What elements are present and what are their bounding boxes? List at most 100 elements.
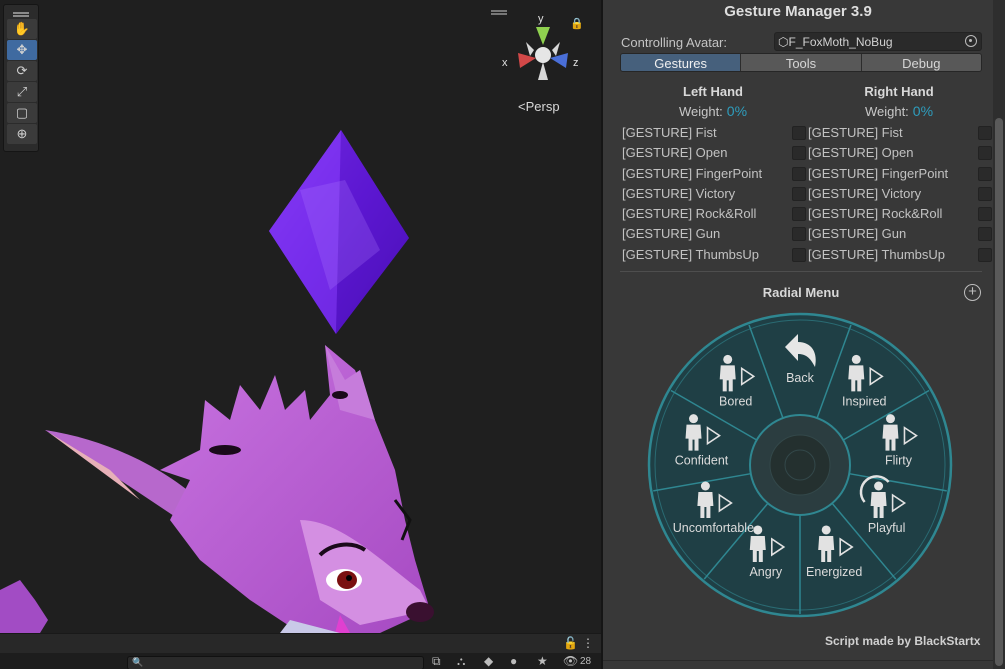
gesture-checkbox[interactable] [792,186,806,201]
left-gesture-row[interactable]: [GESTURE] Gun [620,224,806,244]
left-gesture-row[interactable]: [GESTURE] Rock&Roll [620,204,806,224]
left-gesture-row[interactable]: [GESTURE] Victory [620,184,806,204]
move-tool-button[interactable]: ✥ [7,40,37,60]
scene-tools-overlay: ✋ ✥ ⟳ ⤢ ▢ ⊕ [3,4,39,152]
gesture-checkbox[interactable] [978,207,992,222]
filter-icon[interactable]: ⧉ [432,654,441,669]
avatar-object-field[interactable]: ⬡F_FoxMoth_NoBug [774,32,982,51]
gesture-checkbox[interactable] [792,146,806,161]
avatar-label: Controlling Avatar: [621,35,727,50]
tab-debug[interactable]: Debug [861,54,981,71]
gesture-checkbox[interactable] [792,166,806,181]
transform-icon: ⊕ [16,126,28,141]
panel-title: Gesture Manager 3.9 [724,3,872,20]
object-picker-icon[interactable] [965,35,977,47]
avatar-value: F_FoxMoth_NoBug [788,35,893,49]
rect-icon: ▢ [15,105,29,120]
gesture-checkbox[interactable] [978,166,992,181]
gesture-manager-panel: Gesture Manager 3.9 Controlling Avatar: … [603,0,993,669]
add-icon[interactable]: + [964,284,981,301]
gesture-checkbox[interactable] [792,227,806,242]
view-mode-label[interactable]: <Persp [518,99,560,114]
tab-tools[interactable]: Tools [741,54,862,71]
persp-icon: < [518,99,526,114]
move-icon: ✥ [16,42,28,57]
drag-grip[interactable] [7,8,35,18]
rect-tool-button[interactable]: ▢ [7,103,37,123]
scene-view[interactable]: ✋ ✥ ⟳ ⤢ ▢ ⊕ y x z 🔒 <Persp [0,0,601,633]
gesture-checkbox[interactable] [978,146,992,161]
left-weight-value: 0% [726,103,748,119]
hidden-count: 28 [580,656,592,667]
gesture-checkbox[interactable] [792,126,806,140]
hand-icon: ✋ [13,21,31,36]
radial-item-label: Energized [806,565,862,579]
scale-tool-button[interactable]: ⤢ [7,82,37,102]
gesture-checkbox[interactable] [978,126,992,140]
bottom-toolbar: 🔍 ⧉ ⛬ ◆ ● ★ 👁 28 [0,653,601,669]
left-gesture-row[interactable]: [GESTURE] ThumbsUp [620,245,806,265]
gesture-checkbox[interactable] [978,247,992,262]
lock-icon[interactable]: 🔓 [563,636,578,650]
tab-bar: Gestures Tools Debug [620,53,982,72]
scene-footer: 🔓 ⋮ [0,633,601,653]
right-gesture-row[interactable]: [GESTURE] Fist [806,123,992,143]
radial-item-label: Playful [868,521,906,535]
tab-gestures[interactable]: Gestures [621,54,742,71]
gizmo-y-label: y [538,13,544,25]
right-gesture-row[interactable]: [GESTURE] Rock&Roll [806,204,992,224]
scene-render [0,130,434,633]
right-gesture-row[interactable]: [GESTURE] Victory [806,184,992,204]
more-options-icon[interactable]: ⋮ [582,636,594,650]
scrollbar-thumb[interactable] [995,118,1003,666]
search-icon: 🔍 [132,657,144,667]
radial-item-label: Confident [675,454,729,468]
right-gesture-row[interactable]: [GESTURE] ThumbsUp [806,245,992,265]
gesture-checkbox[interactable] [978,227,992,242]
credit-text: Script made by BlackStartx [825,634,981,648]
right-gesture-row[interactable]: [GESTURE] Open [806,143,992,163]
star-icon[interactable]: ★ [537,654,548,668]
search-input[interactable]: 🔍 [127,656,424,669]
panel-bottom-border [603,660,993,661]
right-hand-section: Right Hand Weight: 0% [GESTURE] Fist [GES… [806,84,992,265]
scale-icon: ⤢ [16,84,28,99]
radial-item-label: Inspired [842,394,887,408]
rotate-tool-button[interactable]: ⟳ [7,61,37,81]
avatar-model[interactable] [0,345,434,633]
hidden-icon[interactable]: 👁 [563,654,578,668]
gesture-checkbox[interactable] [792,207,806,222]
left-gesture-row[interactable]: [GESTURE] Fist [620,123,806,143]
crystal-model[interactable] [269,130,409,334]
type-filter-icon[interactable]: ⛬ [457,654,465,669]
gizmo-z-label: z [573,57,579,69]
radial-item-label: Angry [749,565,782,579]
lock-icon[interactable]: 🔒 [570,17,584,30]
gesture-checkbox[interactable] [792,247,806,262]
radial-item-label: Bored [719,394,752,408]
radial-item-label: Flirty [885,454,913,468]
prefab-icon: ⬡ [778,35,789,49]
gesture-checkbox[interactable] [978,186,992,201]
panel-scrollbar[interactable] [993,0,1005,669]
section-divider [620,271,982,272]
left-gesture-row[interactable]: [GESTURE] FingerPoint [620,164,806,184]
hand-tool-button[interactable]: ✋ [7,19,37,39]
rotate-icon: ⟳ [16,63,28,78]
radial-menu-title: Radial Menu [762,285,840,300]
right-gesture-row[interactable]: [GESTURE] Gun [806,224,992,244]
left-gesture-row[interactable]: [GESTURE] Open [620,143,806,163]
radial-menu[interactable]: Back Inspired Flirty Playful Energized Angry U… [647,312,953,618]
left-hand-section: Left Hand Weight: 0% [GESTURE] Fist [GEST… [620,84,806,265]
left-hand-weight: Weight: 0% [678,103,748,119]
right-gesture-row[interactable]: [GESTURE] FingerPoint [806,164,992,184]
right-hand-title: Right Hand [864,84,934,99]
radial-item-label: Uncomfortable [673,521,754,535]
tag-icon[interactable]: ◆ [484,654,493,668]
warning-icon[interactable]: ● [510,654,517,668]
right-weight-value: 0% [912,103,934,119]
left-hand-title: Left Hand [683,84,743,99]
right-hand-weight: Weight: 0% [864,103,934,119]
gizmo-x-label: x [502,57,508,69]
transform-tool-button[interactable]: ⊕ [7,124,37,144]
